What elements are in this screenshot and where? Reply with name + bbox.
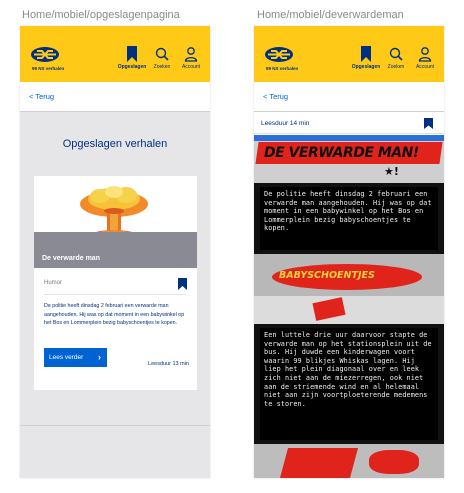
comic-story: DE VERWARDE MAN! ★! De politie heeft din… bbox=[254, 135, 444, 478]
logo-subtitle: 99 NS verhalen bbox=[266, 66, 299, 71]
nav-search-label: Zoeken bbox=[387, 64, 405, 70]
card-image: De verwarde man bbox=[34, 176, 197, 268]
card-read-duration: Leesduur 13 min bbox=[148, 361, 189, 367]
search-icon bbox=[389, 47, 403, 61]
chevron-right-icon: › bbox=[98, 352, 101, 362]
comic-stripe bbox=[254, 135, 444, 141]
back-bar: < Terug bbox=[254, 82, 444, 112]
comic-sound-effect: ★! bbox=[384, 165, 399, 178]
nav-search-label: Zoeken bbox=[153, 64, 171, 70]
bookmark-icon bbox=[361, 46, 371, 62]
app-header: 99 NS verhalen Opgeslagen Zoeken Account bbox=[20, 26, 210, 82]
frame-label-story: Home/mobiel/deverwardeman bbox=[257, 9, 404, 21]
story-paragraph-2: Een luttele drie uur daarvoor stapte de … bbox=[260, 328, 438, 440]
nav-account[interactable]: Account bbox=[175, 46, 207, 70]
card-genre: Humor bbox=[44, 280, 63, 286]
nav-saved-label: Opgeslagen bbox=[351, 64, 381, 70]
logo-subtitle: 99 NS verhalen bbox=[32, 66, 65, 71]
card-title: De verwarde man bbox=[42, 255, 100, 262]
back-bar: < Terug bbox=[20, 82, 210, 112]
comic-babyschoentjes-panel: BABYSCHOENTJES bbox=[254, 254, 444, 324]
read-duration: Leesduur 14 min bbox=[261, 120, 310, 127]
phone-story-page: 99 NS verhalen Opgeslagen Zoeken Account… bbox=[254, 26, 444, 478]
comic-babyschoentjes-text: BABYSCHOENTJES bbox=[279, 270, 375, 281]
read-duration-bar: Leesduur 14 min bbox=[254, 112, 444, 134]
user-icon bbox=[184, 47, 198, 62]
comic-title: DE VERWARDE MAN! bbox=[264, 145, 419, 161]
nav-saved[interactable]: Opgeslagen bbox=[116, 46, 148, 70]
nav-search[interactable]: Zoeken bbox=[380, 46, 412, 70]
bookmark-icon[interactable] bbox=[178, 278, 187, 290]
phone-saved-page: 99 NS verhalen Opgeslagen Zoeken Account… bbox=[20, 26, 210, 478]
nav-saved-label: Opgeslagen bbox=[117, 64, 147, 70]
frame-label-saved: Home/mobiel/opgeslagenpagina bbox=[22, 9, 180, 21]
card-divider bbox=[44, 294, 187, 295]
comic-bottom-panel bbox=[254, 444, 444, 478]
nav-account-label: Account bbox=[415, 64, 435, 70]
divider bbox=[20, 425, 210, 426]
read-more-label: Lees verder bbox=[49, 354, 84, 361]
nav-saved[interactable]: Opgeslagen bbox=[350, 46, 382, 70]
comic-title-panel: DE VERWARDE MAN! ★! bbox=[254, 135, 444, 183]
comic-panel-background bbox=[254, 296, 444, 324]
app-header: 99 NS verhalen Opgeslagen Zoeken Account bbox=[254, 26, 444, 82]
back-link[interactable]: < Terug bbox=[263, 92, 288, 101]
nav-search[interactable]: Zoeken bbox=[146, 46, 178, 70]
page-title: Opgeslagen verhalen bbox=[62, 138, 168, 150]
nav-account-label: Account bbox=[181, 64, 201, 70]
read-more-button[interactable]: Lees verder › bbox=[44, 348, 107, 367]
comic-red-burst bbox=[279, 448, 359, 478]
ns-logo-icon[interactable] bbox=[264, 46, 294, 63]
bookmark-icon[interactable] bbox=[424, 118, 433, 129]
card-image-overlay bbox=[34, 232, 197, 268]
card-excerpt: De politie heeft dinsdag 2 februari een … bbox=[44, 303, 185, 326]
search-icon bbox=[155, 47, 169, 61]
nav-account[interactable]: Account bbox=[409, 46, 441, 70]
ns-logo-icon[interactable] bbox=[30, 46, 60, 63]
comic-red-burst-2 bbox=[369, 450, 419, 474]
user-icon bbox=[418, 47, 432, 62]
story-card[interactable]: De verwarde man Humor De politie heeft d… bbox=[34, 176, 197, 390]
back-link[interactable]: < Terug bbox=[29, 92, 54, 101]
story-paragraph-1: De politie heeft dinsdag 2 februari een … bbox=[260, 187, 438, 250]
bookmark-icon bbox=[127, 46, 137, 62]
